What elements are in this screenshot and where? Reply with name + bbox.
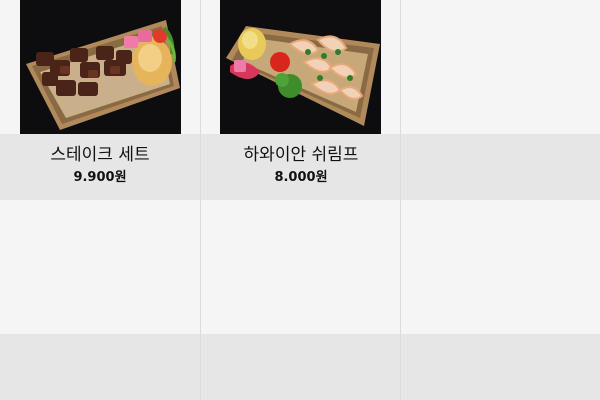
product-card-hawaiian-shrimp[interactable]: 하와이안 쉬림프 8.000원 [200,0,401,200]
empty-label-area [401,334,600,400]
steak-set-photo[interactable] [20,0,181,134]
empty-label-area [401,134,600,200]
shrimp-box-photo [220,0,381,134]
product-label-area: 스테이크 세트 9.900원 [0,134,200,200]
empty-image-area [401,0,600,134]
product-label-area: 하와이안 쉬림프 8.000원 [201,134,401,200]
product-price: 9.900원 [73,170,127,185]
product-row [0,200,600,400]
empty-image-area [401,200,600,334]
product-card-empty [200,200,401,400]
product-name: 하와이안 쉬림프 [243,145,359,165]
empty-image-area [0,200,200,334]
product-image-area [0,0,200,134]
product-card-empty [0,200,200,400]
product-name: 스테이크 세트 [50,145,150,165]
hawaiian-shrimp-photo[interactable] [220,0,381,134]
product-card-empty [400,200,600,400]
product-grid: 스테이크 세트 9.900원 하와이안 쉬림프 8.000원 [0,0,600,400]
product-image-area [201,0,401,134]
empty-image-area [201,200,401,334]
empty-label-area [0,334,200,400]
steak-box-photo [20,0,181,134]
product-card-steak-set[interactable]: 스테이크 세트 9.900원 [0,0,200,200]
empty-label-area [201,334,401,400]
product-row: 스테이크 세트 9.900원 하와이안 쉬림프 8.000원 [0,0,600,200]
product-price: 8.000원 [274,170,328,185]
product-card-empty [400,0,600,200]
